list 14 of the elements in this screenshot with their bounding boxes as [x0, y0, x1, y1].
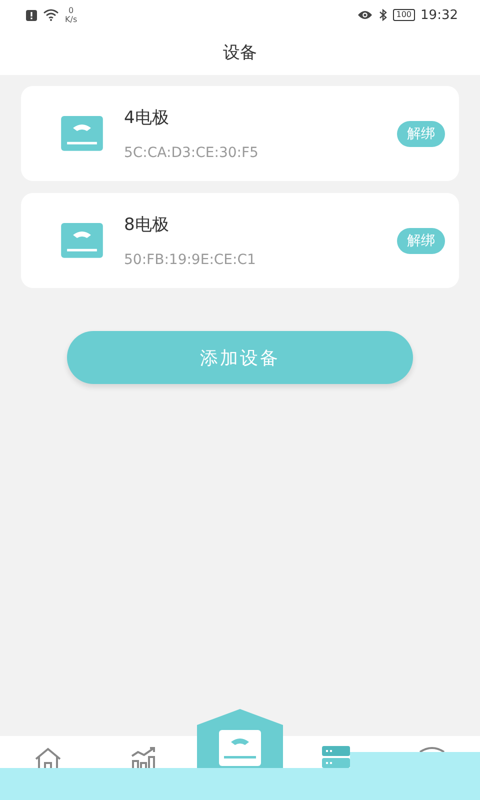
- unbind-button[interactable]: 解绑: [397, 228, 445, 254]
- clock-time: 19:32: [420, 8, 458, 22]
- mac-address: 5C:CA:D3:CE:30:F5: [124, 145, 258, 161]
- mac-address: 50:FB:19:9E:CE:C1: [124, 252, 256, 268]
- battery-level: 100: [393, 9, 415, 21]
- device-card[interactable]: 8电极 50:FB:19:9E:CE:C1 解绑: [21, 193, 459, 288]
- device-name: 4电极: [124, 107, 169, 129]
- device-name: 8电极: [124, 214, 169, 236]
- add-device-button[interactable]: 添加设备: [67, 331, 413, 384]
- page-title: 设备: [222, 42, 258, 65]
- device-card[interactable]: 4电极 5C:CA:D3:CE:30:F5 解绑: [21, 86, 459, 181]
- unbind-button[interactable]: 解绑: [397, 120, 445, 146]
- speed-unit: K/s: [65, 15, 78, 24]
- speed-value: 0: [68, 6, 74, 15]
